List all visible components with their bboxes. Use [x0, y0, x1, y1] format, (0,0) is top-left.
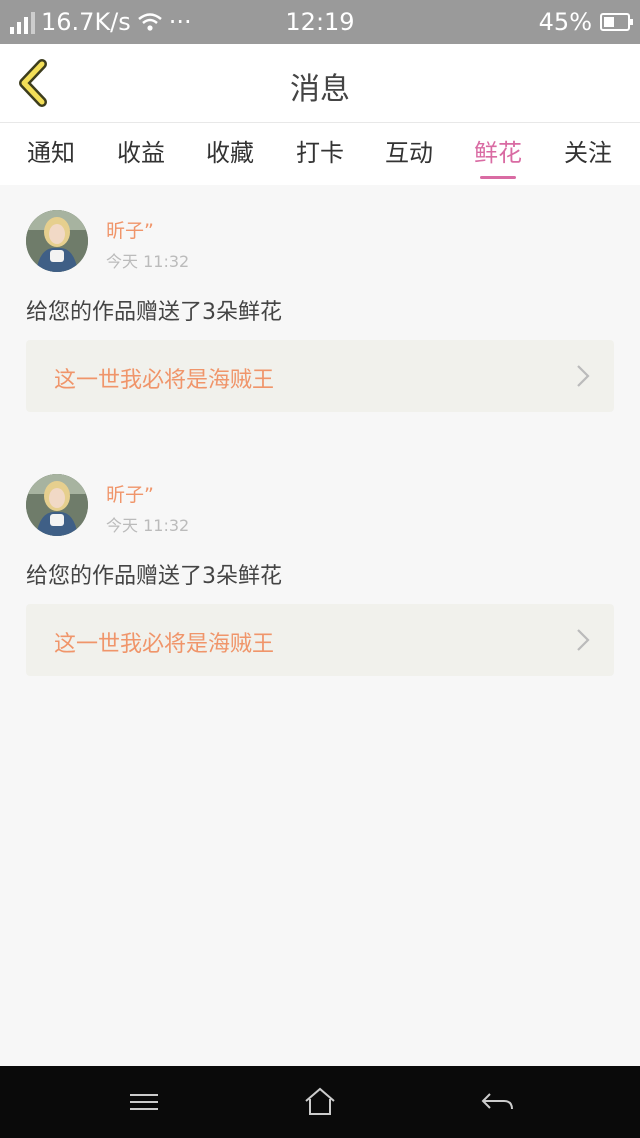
- tab-flowers[interactable]: 鲜花: [463, 133, 533, 179]
- tab-checkin[interactable]: 打卡: [285, 133, 355, 168]
- avatar[interactable]: [26, 210, 88, 272]
- avatar-image: [26, 474, 88, 536]
- avatar[interactable]: [26, 474, 88, 536]
- return-icon: [481, 1093, 513, 1110]
- page-title: 消息: [290, 72, 350, 107]
- tab-follow[interactable]: 关注: [553, 133, 623, 168]
- menu-button[interactable]: [124, 1086, 164, 1118]
- message-time: 今天 11:32: [106, 252, 190, 271]
- system-nav-bar: [0, 1066, 640, 1138]
- username[interactable]: 昕子”: [106, 480, 154, 507]
- work-card[interactable]: 这一世我必将是海贼王: [26, 340, 614, 412]
- message-text: 给您的作品赠送了3朵鲜花: [26, 300, 282, 325]
- home-icon: [305, 1087, 335, 1115]
- work-card[interactable]: 这一世我必将是海贼王: [26, 604, 614, 676]
- avatar-image: [26, 210, 88, 272]
- battery-percent: 45%: [538, 8, 592, 36]
- message-time: 今天 11:32: [106, 516, 190, 535]
- home-button[interactable]: [300, 1086, 340, 1118]
- status-bar: 16.7K/s ··· 12:19 45%: [0, 0, 640, 44]
- battery-icon: [600, 13, 633, 31]
- menu-icon: [130, 1094, 158, 1110]
- username[interactable]: 昕子”: [106, 216, 154, 243]
- tab-earnings[interactable]: 收益: [106, 133, 176, 168]
- tab-favorites[interactable]: 收藏: [195, 133, 265, 168]
- work-title: 这一世我必将是海贼王: [54, 632, 275, 657]
- tab-notice[interactable]: 通知: [16, 133, 86, 168]
- work-title: 这一世我必将是海贼王: [54, 368, 275, 393]
- tab-bar: 通知 收益 收藏 打卡 互动 鲜花 关注: [0, 123, 640, 185]
- app-header: 消息: [0, 44, 640, 123]
- message-text: 给您的作品赠送了3朵鲜花: [26, 564, 282, 589]
- return-button[interactable]: [478, 1086, 518, 1118]
- tab-interaction[interactable]: 互动: [374, 133, 444, 168]
- chevron-right-icon: [577, 629, 590, 651]
- chevron-right-icon: [577, 365, 590, 387]
